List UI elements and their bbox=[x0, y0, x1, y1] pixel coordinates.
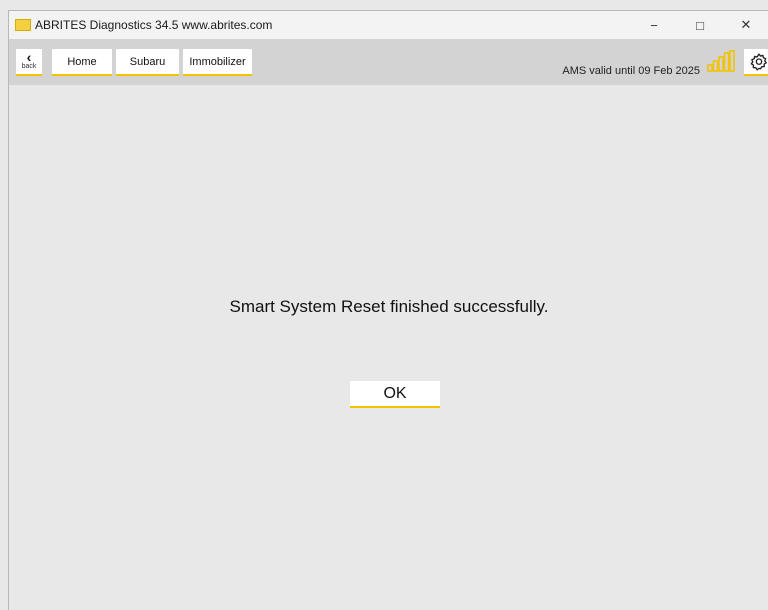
chevron-left-icon: ‹ bbox=[26, 49, 32, 65]
window-title: ABRITES Diagnostics 34.5 www.abrites.com bbox=[35, 18, 273, 32]
gear-icon bbox=[750, 52, 767, 70]
breadcrumb-home[interactable]: Home bbox=[52, 49, 112, 76]
minimize-button[interactable]: − bbox=[631, 11, 677, 39]
back-label: back bbox=[21, 63, 37, 70]
back-button[interactable]: ‹ back bbox=[16, 49, 42, 76]
signal-strength-icon bbox=[707, 50, 735, 72]
close-button[interactable]: ✕ bbox=[723, 11, 768, 39]
app-window: ABRITES Diagnostics 34.5 www.abrites.com… bbox=[8, 10, 768, 610]
breadcrumb-immobilizer[interactable]: Immobilizer bbox=[183, 49, 252, 76]
window-controls: − □ ✕ bbox=[631, 11, 768, 39]
toolbar: ‹ back Home Subaru Immobilizer AMS valid… bbox=[9, 39, 768, 85]
ams-status-text: AMS valid until 09 Feb 2025 bbox=[562, 65, 700, 77]
title-bar: ABRITES Diagnostics 34.5 www.abrites.com… bbox=[9, 11, 768, 39]
settings-button[interactable] bbox=[744, 49, 768, 76]
breadcrumb-subaru[interactable]: Subaru bbox=[116, 49, 179, 76]
status-message: Smart System Reset finished successfully… bbox=[229, 297, 549, 316]
maximize-button[interactable]: □ bbox=[677, 11, 723, 39]
ok-button[interactable]: OK bbox=[350, 381, 440, 408]
abrites-logo-icon bbox=[15, 19, 31, 31]
